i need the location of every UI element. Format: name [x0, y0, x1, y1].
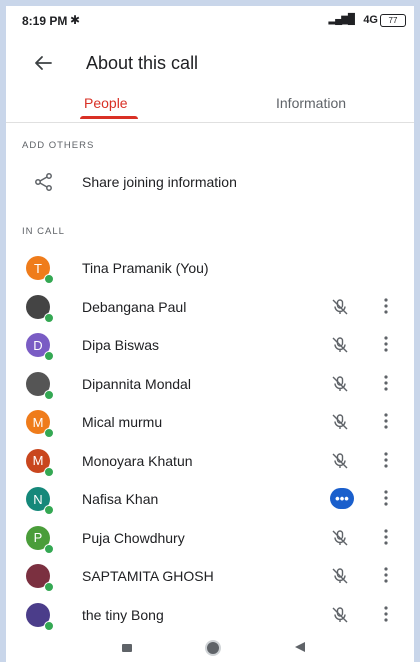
participant-name: Puja Chowdhury: [82, 529, 185, 546]
presence-dot: [44, 620, 54, 631]
presence-dot: [44, 351, 54, 361]
add-others-header: ADD OTHERS: [22, 140, 95, 151]
system-nav-bar: [6, 632, 414, 662]
presence-dot: [44, 274, 54, 284]
avatar-initial: P: [33, 530, 43, 545]
more-options-icon[interactable]: [384, 412, 388, 435]
battery-icon: 77: [380, 14, 406, 27]
in-call-header: IN CALL: [22, 226, 65, 237]
participant-name: Dipannita Mondal: [82, 375, 191, 392]
presence-dot: [44, 428, 54, 438]
share-joining-info-label: Share joining information: [82, 174, 237, 190]
recent-apps-button[interactable]: [122, 644, 132, 652]
avatar-initial: N: [33, 491, 43, 507]
more-options-icon[interactable]: [384, 451, 388, 474]
bluetooth-icon: ✱: [70, 13, 81, 27]
participant-row[interactable]: M Mical murmu: [6, 403, 414, 442]
participant-row[interactable]: M Monoyara Khatun: [6, 442, 414, 481]
active-tab-indicator: [80, 116, 138, 119]
more-options-icon[interactable]: [384, 528, 388, 551]
tab-information[interactable]: Information: [276, 95, 346, 111]
participant-name: Mical murmu: [82, 414, 163, 430]
arrow-left-icon: [35, 56, 52, 70]
participant-row[interactable]: T Tina Pramanik (You): [6, 249, 414, 288]
more-options-icon[interactable]: [384, 374, 388, 397]
participant-row[interactable]: Debangana Paul: [6, 288, 414, 327]
participant-name: Debangana Paul: [82, 298, 187, 315]
mic-off-icon[interactable]: [331, 413, 349, 436]
presence-dot: [44, 389, 54, 400]
back-button[interactable]: [30, 50, 56, 76]
avatar-initial: M: [32, 414, 44, 430]
participant-row[interactable]: D Dipa Biswas: [6, 326, 414, 365]
mic-off-icon[interactable]: [331, 529, 349, 552]
participant-row[interactable]: SAPTAMITA GHOSH: [6, 557, 414, 596]
mic-off-icon[interactable]: [331, 452, 349, 475]
share-icon: [34, 172, 54, 197]
mic-off-icon[interactable]: [331, 567, 349, 590]
avatar-initial: D: [33, 337, 43, 353]
more-options-icon[interactable]: [384, 489, 388, 512]
avatar-initial: T: [34, 260, 42, 276]
home-button[interactable]: [205, 640, 221, 656]
participant-row[interactable]: N Nafisa Khan •••: [6, 480, 414, 519]
participant-name: Monoyara Khatun: [82, 452, 193, 469]
presence-dot: [44, 466, 54, 477]
more-options-icon[interactable]: [384, 566, 388, 589]
page-title: About this call: [86, 53, 199, 73]
status-time: 8:19 PM: [22, 14, 68, 28]
nav-back-button[interactable]: [294, 641, 306, 653]
share-joining-info-button[interactable]: Share joining information: [6, 164, 414, 200]
mic-off-icon[interactable]: [331, 375, 349, 398]
participant-name: Nafisa Khan: [82, 491, 159, 507]
more-options-icon[interactable]: [384, 605, 388, 628]
participant-name: Tina Pramanik (You): [82, 260, 209, 276]
participant-name: SAPTAMITA GHOSH: [82, 568, 214, 584]
participant-row[interactable]: Dipannita Mondal: [6, 365, 414, 404]
more-options-icon[interactable]: [384, 335, 388, 358]
avatar-initial: M: [32, 453, 44, 468]
tab-bar: People Information: [6, 86, 414, 123]
presence-dot: [44, 582, 54, 592]
participant-row[interactable]: P Puja Chowdhury: [6, 519, 414, 558]
participant-list: T Tina Pramanik (You) Debangana Paul D Dipa …: [6, 249, 414, 634]
phone-screen: 8:19 PM ✱ ▂▄▆█ 4G 77 About this call Peo…: [6, 6, 414, 662]
app-bar: About this call: [6, 38, 414, 86]
presence-dot: [44, 312, 54, 323]
participant-name: the tiny Bong: [82, 606, 164, 623]
presence-dot: [44, 505, 54, 515]
mic-off-icon[interactable]: [331, 336, 349, 359]
mic-off-icon[interactable]: [331, 298, 349, 321]
presence-dot: [44, 543, 54, 554]
more-options-icon[interactable]: [384, 297, 388, 320]
battery-level: 77: [388, 16, 398, 25]
signal-icon: ▂▄▆█: [328, 14, 355, 25]
participant-row[interactable]: the tiny Bong: [6, 596, 414, 635]
participant-name: Dipa Biswas: [82, 337, 160, 353]
tab-people[interactable]: People: [84, 95, 128, 111]
mic-off-icon[interactable]: [331, 606, 349, 629]
status-bar: 8:19 PM ✱ ▂▄▆█ 4G 77: [6, 6, 414, 34]
speaking-indicator-icon[interactable]: •••: [330, 488, 354, 509]
network-type: 4G: [363, 14, 378, 26]
